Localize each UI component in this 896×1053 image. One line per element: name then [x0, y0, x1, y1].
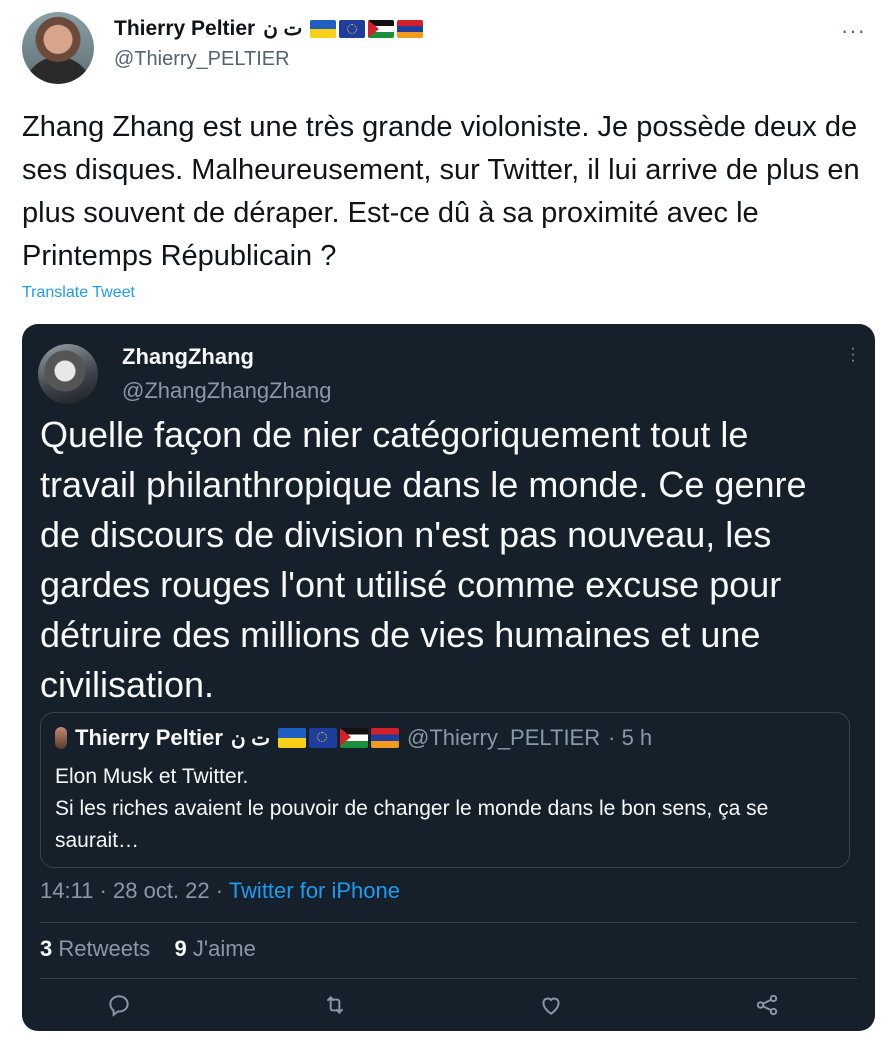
- retweets-count: 3: [40, 936, 53, 961]
- reply-icon[interactable]: [106, 992, 132, 1018]
- nested-tweet-text: Elon Musk et Twitter. Si les riches avai…: [55, 761, 835, 857]
- quoted-author-handle[interactable]: @ZhangZhangZhang: [122, 378, 331, 404]
- author-avatar[interactable]: [22, 12, 94, 84]
- armenia-flag-icon: [397, 19, 424, 38]
- nested-quoted-tweet[interactable]: Thierry Peltier ت ن @Thierry_PELTIER · 5…: [40, 712, 850, 868]
- divider: [40, 922, 857, 923]
- author-name-row[interactable]: Thierry Peltier ت ن: [114, 16, 424, 41]
- quoted-author-name[interactable]: ZhangZhang: [122, 344, 254, 370]
- author-arabic-letters: ت ن: [263, 18, 303, 40]
- quoted-avatar[interactable]: [38, 344, 98, 404]
- ukraine-flag-icon: [310, 19, 337, 38]
- quoted-meta: 14:11 · 28 oct. 22 · Twitter for iPhone: [40, 878, 400, 904]
- retweet-icon[interactable]: [322, 992, 348, 1018]
- likes-label: J'aime: [192, 936, 256, 961]
- likes-stat[interactable]: 9 J'aime: [175, 936, 256, 961]
- source-link[interactable]: Twitter for iPhone: [229, 878, 400, 903]
- author-name[interactable]: Thierry Peltier: [114, 17, 255, 41]
- share-icon[interactable]: [754, 992, 780, 1018]
- meta-separator: ·: [215, 878, 224, 903]
- translate-tweet-link[interactable]: Translate Tweet: [22, 284, 135, 302]
- author-handle[interactable]: @Thierry_PELTIER: [114, 48, 290, 71]
- nested-timestamp: · 5 h: [608, 725, 653, 750]
- nested-avatar: [55, 727, 67, 749]
- retweets-label: Retweets: [58, 936, 151, 961]
- more-options-icon[interactable]: ···: [841, 18, 866, 44]
- quoted-time: 14:11: [40, 878, 94, 903]
- nested-header: Thierry Peltier ت ن @Thierry_PELTIER · 5…: [55, 725, 652, 751]
- eu-flag-icon: [309, 728, 338, 748]
- nested-author-name: Thierry Peltier: [75, 725, 223, 750]
- meta-separator: ·: [99, 878, 107, 903]
- quoted-more-options-icon[interactable]: · · ·: [849, 341, 857, 369]
- likes-count: 9: [174, 936, 187, 961]
- quoted-tweet-text: Quelle façon de nier catégoriquement tou…: [40, 414, 807, 705]
- like-icon[interactable]: [538, 992, 564, 1018]
- divider: [40, 978, 857, 979]
- armenia-flag-icon: [371, 728, 400, 748]
- palestine-flag-icon: [368, 19, 395, 38]
- author-flags: [310, 19, 424, 38]
- quoted-tweet-card[interactable]: ZhangZhang @ZhangZhangZhang · · · Quelle f…: [22, 324, 875, 1031]
- nested-line-2: Si les riches avaient le pouvoir de chan…: [55, 797, 769, 852]
- tweet-text: Zhang Zhang est une très grande violonis…: [22, 111, 860, 272]
- quoted-stats: 3 Retweets 9 J'aime: [40, 936, 256, 962]
- retweets-stat[interactable]: 3 Retweets: [40, 936, 150, 961]
- eu-flag-icon: [339, 19, 366, 38]
- palestine-flag-icon: [340, 728, 369, 748]
- nested-author-handle: @Thierry_PELTIER: [407, 725, 601, 750]
- nested-author-arabic: ت ن: [230, 727, 271, 750]
- ukraine-flag-icon: [278, 728, 307, 748]
- nested-flags: [278, 728, 400, 748]
- nested-line-1: Elon Musk et Twitter.: [55, 765, 249, 788]
- quoted-date: 28 oct. 22: [113, 878, 210, 903]
- action-bar: [22, 988, 875, 1024]
